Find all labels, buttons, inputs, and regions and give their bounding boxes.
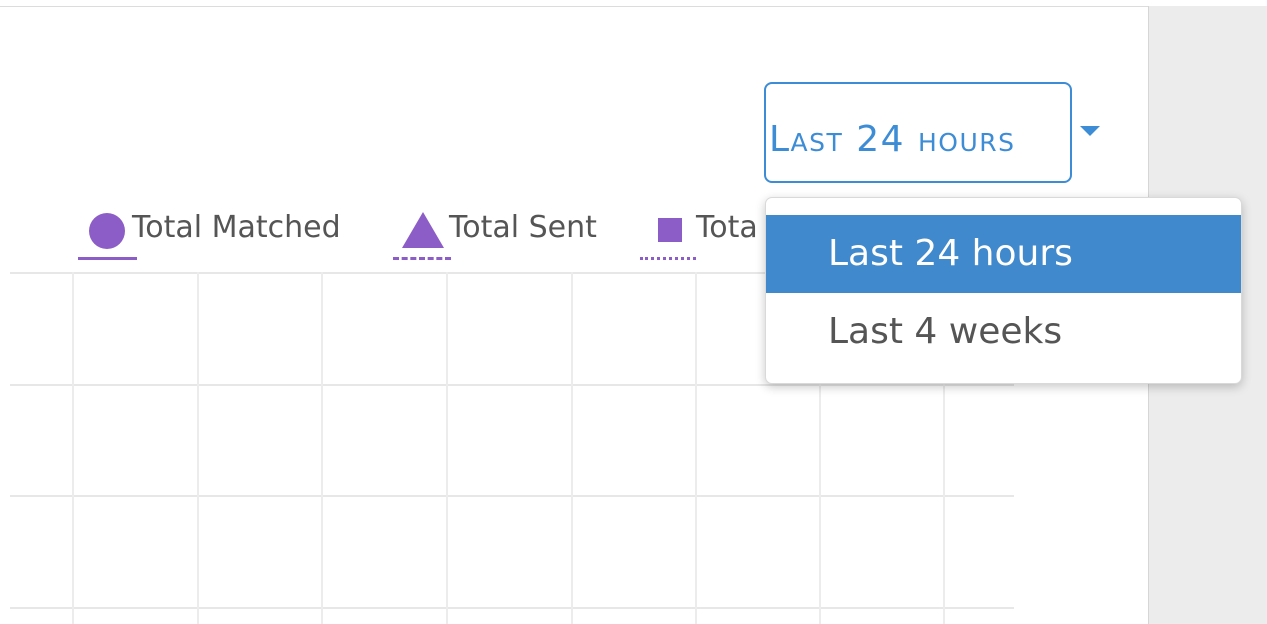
grid-line-vertical bbox=[446, 272, 448, 624]
legend-line-dashed bbox=[393, 257, 451, 260]
legend-item-total-sent[interactable]: Total Sent bbox=[393, 208, 633, 260]
legend-item-total-matched[interactable]: Total Matched bbox=[78, 208, 368, 260]
grid-line-horizontal bbox=[10, 607, 1014, 609]
grid-line-vertical bbox=[571, 272, 573, 624]
option-last-4-weeks[interactable]: Last 4 weeks bbox=[766, 293, 1241, 371]
legend-line-dotted bbox=[640, 257, 696, 260]
time-range-select[interactable]: Last 24 hours bbox=[764, 82, 1072, 183]
dashboard-panel: Last 24 hours Total Matched Total Sent T… bbox=[0, 0, 1267, 624]
chevron-down-icon[interactable] bbox=[1080, 126, 1100, 136]
square-icon bbox=[658, 218, 682, 242]
time-range-dropdown-menu: Last 24 hours Last 4 weeks bbox=[765, 197, 1242, 384]
legend-line-solid bbox=[78, 257, 137, 260]
grid-line-horizontal bbox=[10, 495, 1014, 497]
top-divider bbox=[0, 6, 1148, 7]
grid-line-horizontal bbox=[10, 384, 1014, 386]
time-range-select-value: Last 24 hours bbox=[769, 119, 1016, 160]
circle-icon bbox=[89, 213, 125, 249]
legend-item-third-series[interactable]: Tota bbox=[640, 208, 764, 260]
grid-line-vertical bbox=[197, 272, 199, 624]
grid-line-vertical bbox=[695, 272, 697, 624]
triangle-icon bbox=[402, 212, 444, 248]
grid-line-vertical bbox=[321, 272, 323, 624]
legend-label: Total Matched bbox=[132, 210, 341, 245]
legend-label: Total Sent bbox=[449, 210, 597, 245]
grid-line-vertical bbox=[72, 272, 74, 624]
option-last-24-hours[interactable]: Last 24 hours bbox=[766, 215, 1241, 293]
legend-label: Tota bbox=[696, 210, 758, 245]
